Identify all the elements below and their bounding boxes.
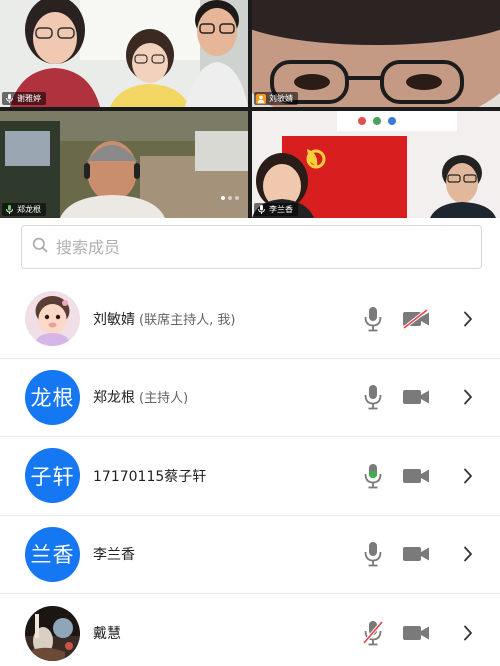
video-tile-2[interactable]: 刘敏婧 — [252, 0, 500, 107]
member-name-group: 刘敏婧 (联席主持人, 我) — [93, 309, 235, 329]
camera-icon — [403, 468, 429, 483]
camera-button[interactable] — [401, 306, 431, 332]
mic-speaking-icon — [364, 463, 382, 489]
member-name: 郑龙根 — [93, 390, 135, 407]
member-name: 戴慧 — [93, 626, 121, 643]
member-name-group: 17170115蔡子轩 — [93, 466, 210, 486]
tile-name-label: 刘敏婧 — [254, 92, 298, 105]
mic-icon — [364, 385, 382, 410]
member-role: (主持人) — [139, 391, 189, 407]
chevron-right-icon — [464, 389, 472, 405]
mic-button[interactable] — [360, 539, 386, 569]
video-tile-3[interactable]: 郑龙根 — [0, 111, 248, 218]
video-tile-4[interactable]: 李兰香 — [252, 111, 500, 218]
mic-muted-icon — [362, 621, 384, 646]
member-row[interactable]: 戴慧 — [0, 594, 500, 666]
mic-icon — [364, 306, 382, 332]
chevron-right-icon — [464, 546, 472, 562]
member-name: 17170115蔡子轩 — [93, 468, 207, 485]
tile-name: 李兰香 — [269, 205, 293, 214]
chevron-right-icon — [464, 625, 472, 641]
child-photo-icon — [25, 291, 80, 347]
person-icon — [256, 93, 266, 104]
video-grid: 谢雅婷 刘敏婧 郑龙根 李兰香 — [0, 0, 500, 218]
member-detail-button[interactable] — [458, 306, 478, 332]
member-role: (联席主持人, 我) — [139, 312, 236, 328]
search-box[interactable] — [21, 225, 482, 269]
mic-icon — [256, 205, 266, 215]
mic-icon — [4, 94, 14, 104]
video-feed — [0, 0, 248, 107]
mic-button[interactable] — [360, 304, 386, 334]
page-dot[interactable] — [235, 196, 239, 200]
video-tile-1[interactable]: 谢雅婷 — [0, 0, 248, 107]
camera-icon — [403, 626, 429, 641]
tile-name: 郑龙根 — [17, 205, 41, 214]
member-name-group: 戴慧 — [93, 623, 125, 643]
member-name-group: 郑龙根 (主持人) — [93, 387, 188, 407]
member-detail-button[interactable] — [458, 463, 478, 489]
search-input[interactable] — [56, 226, 481, 268]
member-detail-button[interactable] — [458, 620, 478, 646]
avatar[interactable]: 子轩 — [25, 448, 80, 504]
search-icon — [32, 237, 48, 257]
avatar[interactable]: 兰香 — [25, 526, 80, 582]
avatar[interactable] — [25, 291, 80, 347]
member-name: 刘敏婧 — [93, 311, 135, 328]
chevron-right-icon — [464, 468, 472, 484]
avatar[interactable]: 龙根 — [25, 369, 80, 425]
member-detail-button[interactable] — [458, 384, 478, 410]
member-detail-button[interactable] — [458, 541, 478, 567]
camera-icon — [403, 547, 429, 562]
tile-name: 刘敏婧 — [269, 94, 293, 103]
mic-button[interactable] — [360, 618, 386, 648]
member-name: 李兰香 — [93, 547, 135, 564]
camera-button[interactable] — [401, 463, 431, 489]
camera-icon — [403, 390, 429, 405]
mic-icon — [364, 542, 382, 567]
page-dot[interactable] — [228, 196, 232, 200]
video-feed — [0, 111, 248, 218]
tile-name-label: 李兰香 — [254, 203, 298, 216]
scene-photo-icon — [25, 605, 80, 661]
tile-name-label: 谢雅婷 — [2, 92, 46, 105]
tile-name-label: 郑龙根 — [2, 203, 46, 216]
camera-button[interactable] — [401, 541, 431, 567]
member-row[interactable]: 刘敏婧 (联席主持人, 我) — [0, 280, 500, 359]
video-feed — [252, 0, 500, 107]
mic-button[interactable] — [360, 382, 386, 412]
camera-off-icon — [402, 308, 429, 329]
tile-name: 谢雅婷 — [17, 94, 41, 103]
mic-icon — [4, 205, 14, 215]
video-feed — [252, 111, 500, 218]
member-list: 刘敏婧 (联席主持人, 我) 龙根 郑龙根 (主持人) 子轩 17170115蔡… — [0, 280, 500, 666]
page-indicator[interactable] — [221, 196, 239, 200]
member-row[interactable]: 龙根 郑龙根 (主持人) — [0, 359, 500, 437]
member-name-group: 李兰香 — [93, 544, 139, 564]
member-row[interactable]: 兰香 李兰香 — [0, 516, 500, 594]
page-dot[interactable] — [221, 196, 225, 200]
camera-button[interactable] — [401, 620, 431, 646]
member-row[interactable]: 子轩 17170115蔡子轩 — [0, 437, 500, 516]
camera-button[interactable] — [401, 384, 431, 410]
mic-button[interactable] — [360, 461, 386, 491]
avatar[interactable] — [25, 605, 80, 661]
chevron-right-icon — [464, 311, 472, 327]
